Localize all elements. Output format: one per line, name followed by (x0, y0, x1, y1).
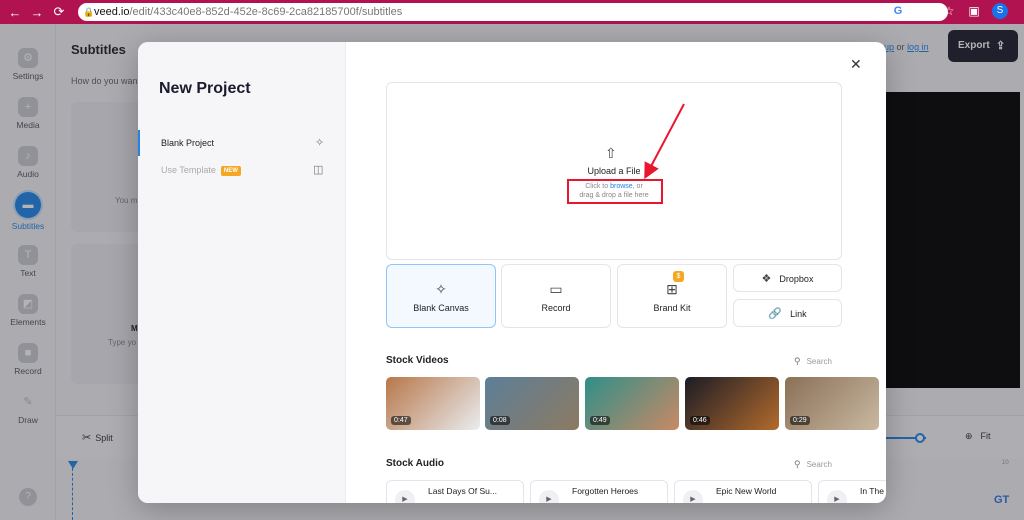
dropbox-icon: ❖ (761, 273, 772, 285)
stock-audio-item[interactable]: ▶ Last Days Of Su... (386, 480, 524, 503)
stock-video-thumbnail[interactable]: 0:08 (485, 377, 579, 430)
stock-audio-item[interactable]: ▶ In The (818, 480, 886, 503)
share-icon[interactable]: ⇪ (917, 4, 931, 18)
video-duration: 0:08 (490, 416, 510, 425)
audio-title: Forgotten Heroes (572, 486, 639, 496)
lock-icon: 🔒 (83, 7, 95, 17)
stock-video-thumbnail[interactable]: 0:47 (386, 377, 480, 430)
sidebar-icon[interactable]: ▣ (967, 4, 981, 18)
video-duration: 0:29 (790, 416, 810, 425)
audio-title: In The (860, 486, 884, 496)
url-path: /edit/433c40e8-852d-452e-8c69-2ca8218570… (129, 6, 403, 18)
play-icon[interactable]: ▶ (827, 490, 847, 503)
stock-videos-search[interactable]: ⚲ Search (794, 356, 832, 367)
site-watermark-logo: GT (994, 494, 1010, 506)
stock-audio-search[interactable]: ⚲ Search (794, 459, 832, 470)
brand-kit-option[interactable]: ⊞ $ Brand Kit (617, 264, 727, 328)
link-option[interactable]: 🔗 Link (733, 299, 842, 327)
forward-icon[interactable]: → (26, 5, 48, 20)
stock-video-thumbnail[interactable]: 0:29 (785, 377, 879, 430)
link-icon: 🔗 (768, 308, 783, 320)
google-icon[interactable]: G (890, 3, 906, 19)
option-label: Dropbox (779, 274, 814, 284)
option-label: Record (541, 303, 571, 313)
url-host: veed.io (94, 6, 130, 18)
premium-badge: $ (673, 271, 684, 282)
back-icon[interactable]: ← (4, 5, 26, 20)
play-icon[interactable]: ▶ (683, 490, 703, 503)
audio-title: Epic New World (716, 486, 777, 496)
address-bar[interactable]: 🔒 veed.io/edit/433c40e8-852d-452e-8c69-2… (78, 3, 948, 21)
stock-audio-item[interactable]: ▶ Forgotten Heroes (530, 480, 668, 503)
reload-icon[interactable]: ⟳ (48, 4, 70, 20)
stock-audio-item[interactable]: ▶ Epic New World (674, 480, 812, 503)
new-project-modal: New Project Blank Project ✧ Use Template… (138, 42, 886, 503)
option-label: Link (790, 309, 807, 319)
browser-toolbar: ← → ⟳ 🔒 veed.io/edit/433c40e8-852d-452e-… (0, 0, 1024, 24)
play-icon[interactable]: ▶ (539, 490, 559, 503)
search-icon: ⚲ (794, 356, 801, 366)
brand-kit-icon: ⊞ (666, 281, 678, 297)
video-camera-icon: ▭ (549, 281, 563, 297)
audio-title: Last Days Of Su... (428, 486, 497, 496)
search-icon: ⚲ (794, 459, 801, 469)
stock-videos-title: Stock Videos (386, 355, 449, 366)
stock-audio-title: Stock Audio (386, 458, 444, 469)
video-duration: 0:49 (590, 416, 610, 425)
play-icon[interactable]: ▶ (395, 490, 415, 503)
search-placeholder: Search (806, 357, 832, 366)
menu-icon[interactable]: ⋮ (1019, 4, 1024, 18)
record-option[interactable]: ▭ Record (501, 264, 611, 328)
option-label: Blank Canvas (413, 303, 469, 313)
star-icon[interactable]: ☆ (942, 4, 956, 18)
sparkle-icon: ✧ (435, 281, 447, 297)
search-placeholder: Search (806, 460, 832, 469)
blank-canvas-option[interactable]: ✧ Blank Canvas (386, 264, 496, 328)
dropbox-option[interactable]: ❖ Dropbox (733, 264, 842, 292)
avatar[interactable]: S (992, 3, 1008, 19)
stock-video-thumbnail[interactable]: 0:46 (685, 377, 779, 430)
video-duration: 0:46 (690, 416, 710, 425)
video-duration: 0:47 (391, 416, 411, 425)
stock-video-thumbnail[interactable]: 0:49 (585, 377, 679, 430)
option-label: Brand Kit (653, 303, 691, 313)
